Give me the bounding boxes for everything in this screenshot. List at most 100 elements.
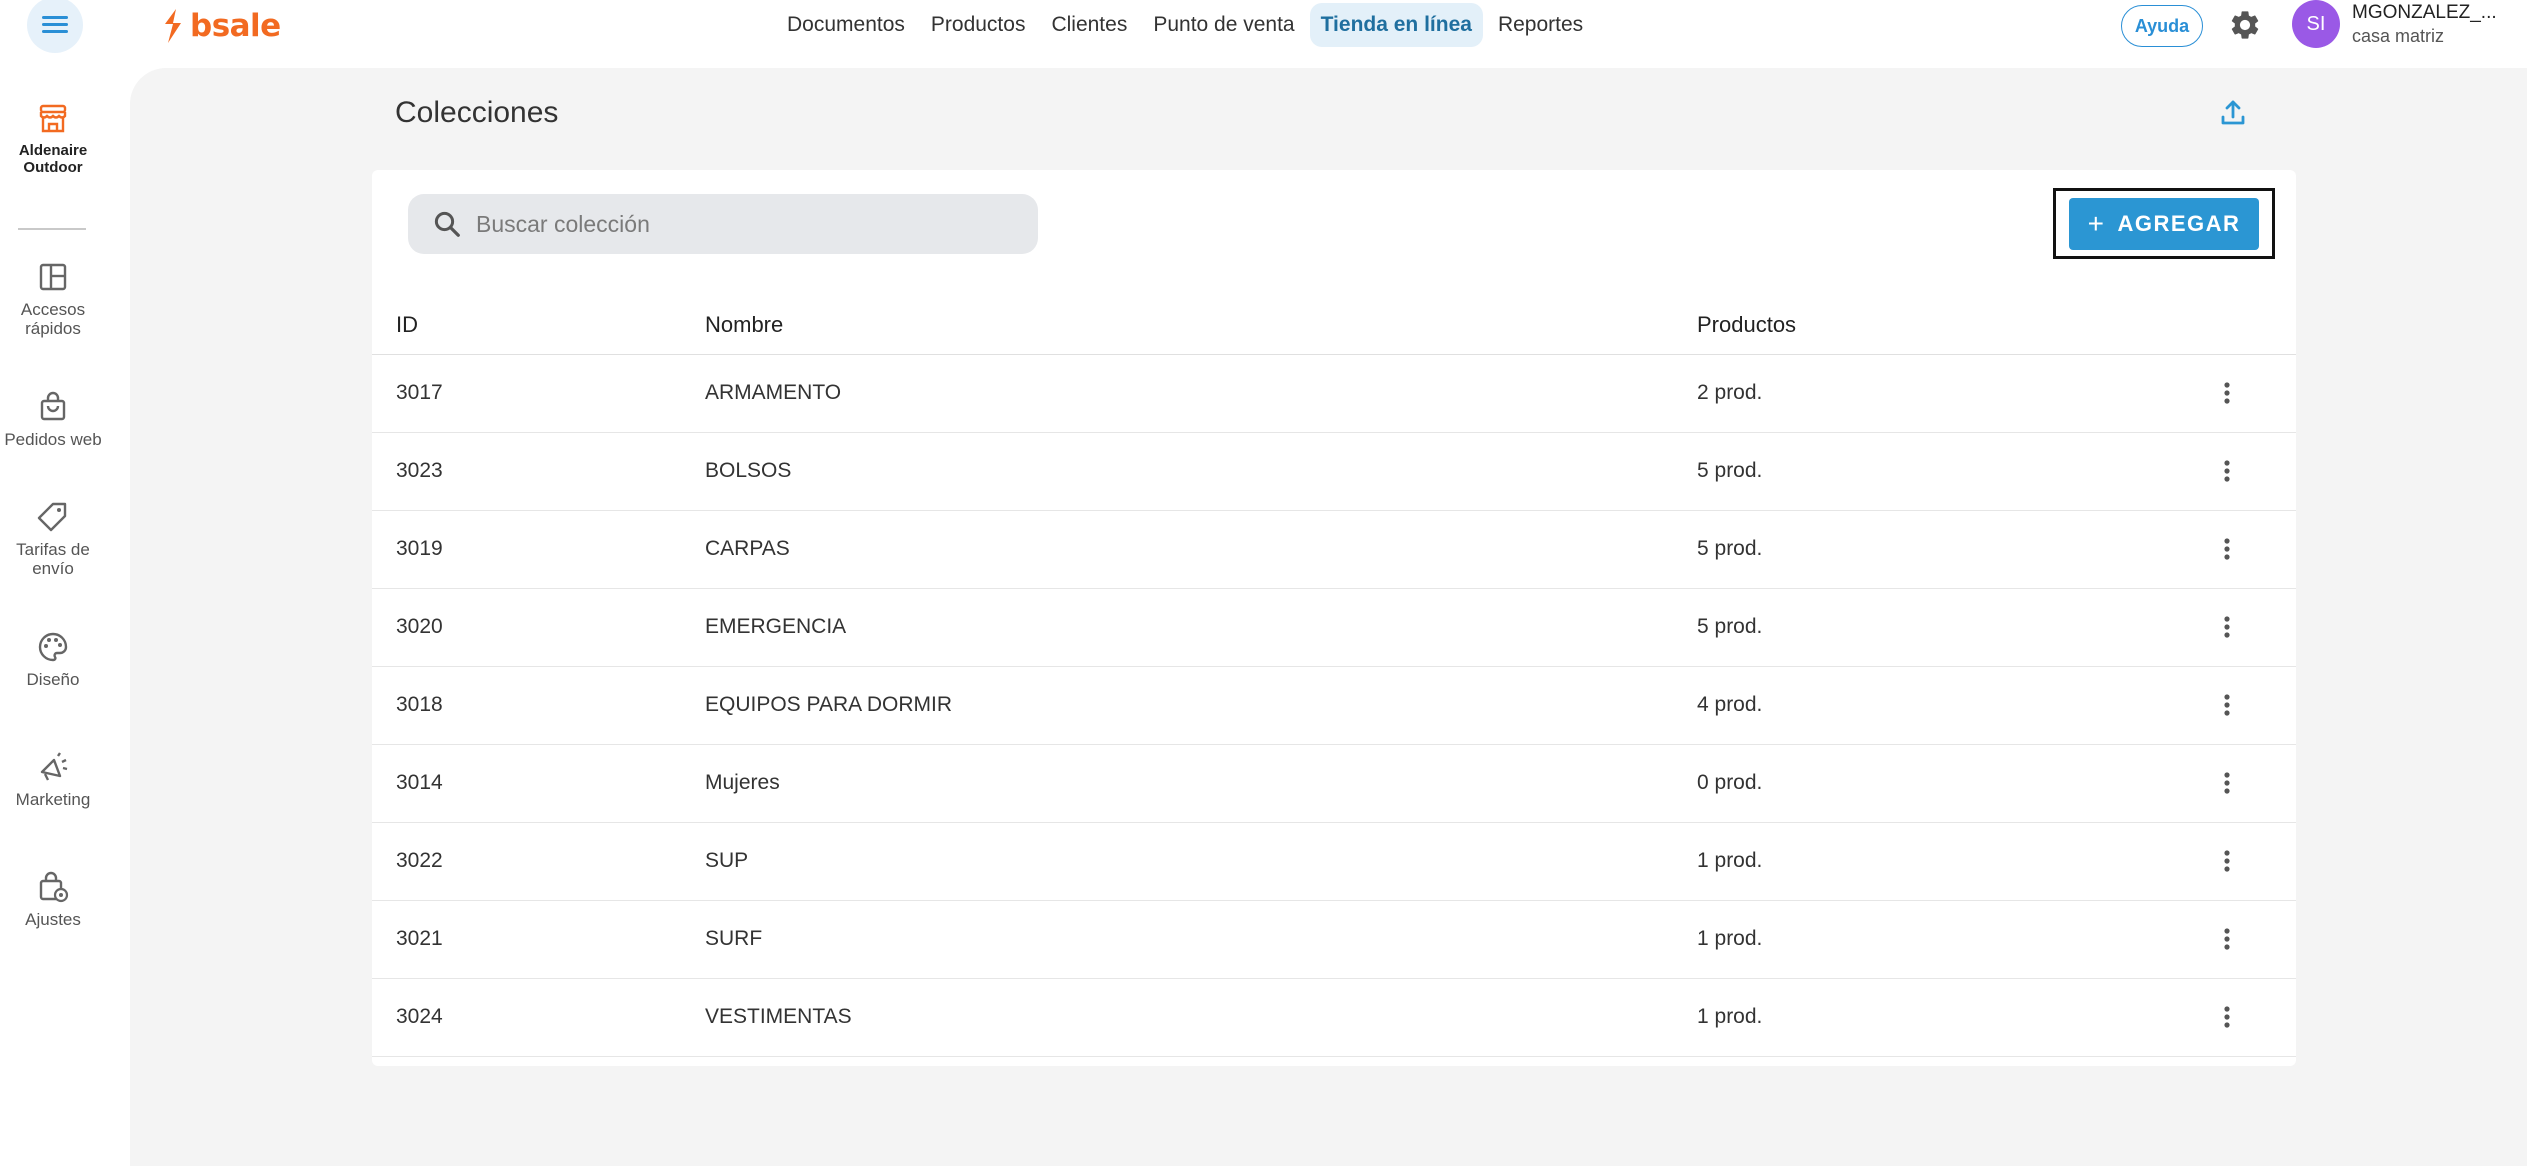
more-vertical-icon[interactable] [2212,534,2242,564]
table-row[interactable]: 3014 Mujeres 0 prod. [372,744,2296,823]
bsale-logo-icon [165,9,181,43]
nav-clientes[interactable]: Clientes [1040,3,1138,47]
cell-actions [2207,432,2296,511]
cell-name: Mujeres [705,744,1697,823]
sidebar-label: Ajustes [25,910,81,929]
sidebar-divider [18,228,86,230]
sidebar-label: Marketing [15,790,91,809]
more-vertical-icon[interactable] [2212,690,2242,720]
column-header-nombre[interactable]: Nombre [705,296,1697,355]
sidebar-item-ajustes[interactable]: Ajustes [0,870,106,929]
cell-actions [2207,822,2296,901]
more-vertical-icon[interactable] [2212,846,2242,876]
tag-icon [37,502,67,532]
cell-products: 1 prod. [1697,900,2207,979]
cell-actions [2207,510,2296,589]
more-vertical-icon[interactable] [2212,924,2242,954]
sidebar-item-accesos-rapidos[interactable]: Accesos rápidos [0,260,106,338]
store-name-line2: Outdoor [23,159,83,176]
column-header-actions [2207,296,2296,355]
app-logo[interactable]: bsale [162,6,281,46]
cell-name: SUP [705,822,1697,901]
table-row[interactable]: 3021 SURF 1 prod. [372,900,2296,979]
table-row[interactable]: 3022 SUP 1 prod. [372,822,2296,901]
store-name-line1: Aldenaire [18,142,88,159]
gear-icon[interactable] [2228,8,2262,42]
more-vertical-icon[interactable] [2212,1002,2242,1032]
table-row[interactable]: 3019 CARPAS 5 prod. [372,510,2296,589]
table-row[interactable]: 3020 EMERGENCIA 5 prod. [372,588,2296,667]
cell-name: EMERGENCIA [705,588,1697,667]
avatar[interactable]: SI [2292,0,2340,48]
cell-products: 1 prod. [1697,978,2207,1057]
cell-products: 1 prod. [1697,822,2207,901]
cell-id: 3017 [372,354,705,433]
cell-products: 2 prod. [1697,354,2207,433]
layout-icon [39,263,67,291]
search-box[interactable] [408,194,1038,254]
cell-name: ARMAMENTO [705,354,1697,433]
main-nav: Documentos Productos Clientes Punto de v… [776,2,1594,48]
hamburger-icon [42,16,68,34]
more-vertical-icon[interactable] [2212,456,2242,486]
table-row[interactable]: 3024 VESTIMENTAS 1 prod. [372,978,2296,1057]
palette-icon [38,632,68,662]
cell-products: 5 prod. [1697,432,2207,511]
help-button[interactable]: Ayuda [2121,5,2203,47]
upload-icon[interactable] [2218,98,2248,128]
more-vertical-icon[interactable] [2212,612,2242,642]
sidebar-item-pedidos-web[interactable]: Pedidos web [0,390,106,449]
sidebar-store[interactable]: Aldenaire Outdoor [0,102,106,176]
shopping-bag-icon [40,391,66,421]
user-name[interactable]: MGONZALEZ_... [2352,2,2497,24]
add-button-highlight: + AGREGAR [2053,188,2275,259]
cell-name: EQUIPOS PARA DORMIR [705,666,1697,745]
table-row[interactable]: 3023 BOLSOS 5 prod. [372,432,2296,511]
cell-name: VESTIMENTAS [705,978,1697,1057]
cell-actions [2207,900,2296,979]
user-branch: casa matriz [2352,26,2445,46]
collections-table: ID Nombre Productos 3017 ARMAMENTO 2 pro… [372,296,2296,1057]
column-header-productos[interactable]: Productos [1697,296,2207,355]
nav-productos[interactable]: Productos [920,3,1037,47]
sidebar-label: rápidos [25,319,81,338]
store-icon [39,104,67,133]
nav-punto-de-venta[interactable]: Punto de venta [1142,3,1305,47]
bag-settings-icon [39,871,69,903]
top-bar: bsale Documentos Productos Clientes Punt… [0,0,2527,62]
collections-card: + AGREGAR ID Nombre Productos 3017 ARMAM… [372,170,2296,1066]
nav-reportes[interactable]: Reportes [1487,3,1594,47]
sidebar-item-marketing[interactable]: Marketing [0,750,106,809]
nav-tienda-en-linea[interactable]: Tienda en línea [1309,3,1483,47]
cell-actions [2207,354,2296,433]
megaphone-icon [40,752,68,781]
column-header-id[interactable]: ID [372,296,705,355]
nav-documentos[interactable]: Documentos [776,3,916,47]
sidebar: Aldenaire Outdoor Accesos rápidos Pedido… [0,62,130,1166]
search-icon [434,211,460,237]
sidebar-label: Diseño [26,670,80,689]
menu-button[interactable] [27,0,83,53]
cell-actions [2207,588,2296,667]
cell-actions [2207,744,2296,823]
table-row[interactable]: 3018 EQUIPOS PARA DORMIR 4 prod. [372,666,2296,745]
sidebar-label: Pedidos web [4,430,102,449]
table-row[interactable]: 3017 ARMAMENTO 2 prod. [372,354,2296,433]
add-collection-button[interactable]: + AGREGAR [2069,197,2259,250]
cell-products: 4 prod. [1697,666,2207,745]
main-content: Colecciones + AGREGAR ID Nombre [130,68,2527,1166]
more-vertical-icon[interactable] [2212,378,2242,408]
sidebar-item-diseno[interactable]: Diseño [0,630,106,689]
search-input[interactable] [476,210,1016,238]
cell-actions [2207,666,2296,745]
page-title: Colecciones [395,96,559,129]
sidebar-label: Tarifas de [16,540,90,559]
cell-name: BOLSOS [705,432,1697,511]
more-vertical-icon[interactable] [2212,768,2242,798]
sidebar-item-tarifas-de-envio[interactable]: Tarifas de envío [0,500,106,578]
cell-id: 3021 [372,900,705,979]
cell-products: 5 prod. [1697,588,2207,667]
logo-text: bsale [190,8,281,44]
cell-id: 3020 [372,588,705,667]
add-button-label: AGREGAR [2117,210,2241,236]
